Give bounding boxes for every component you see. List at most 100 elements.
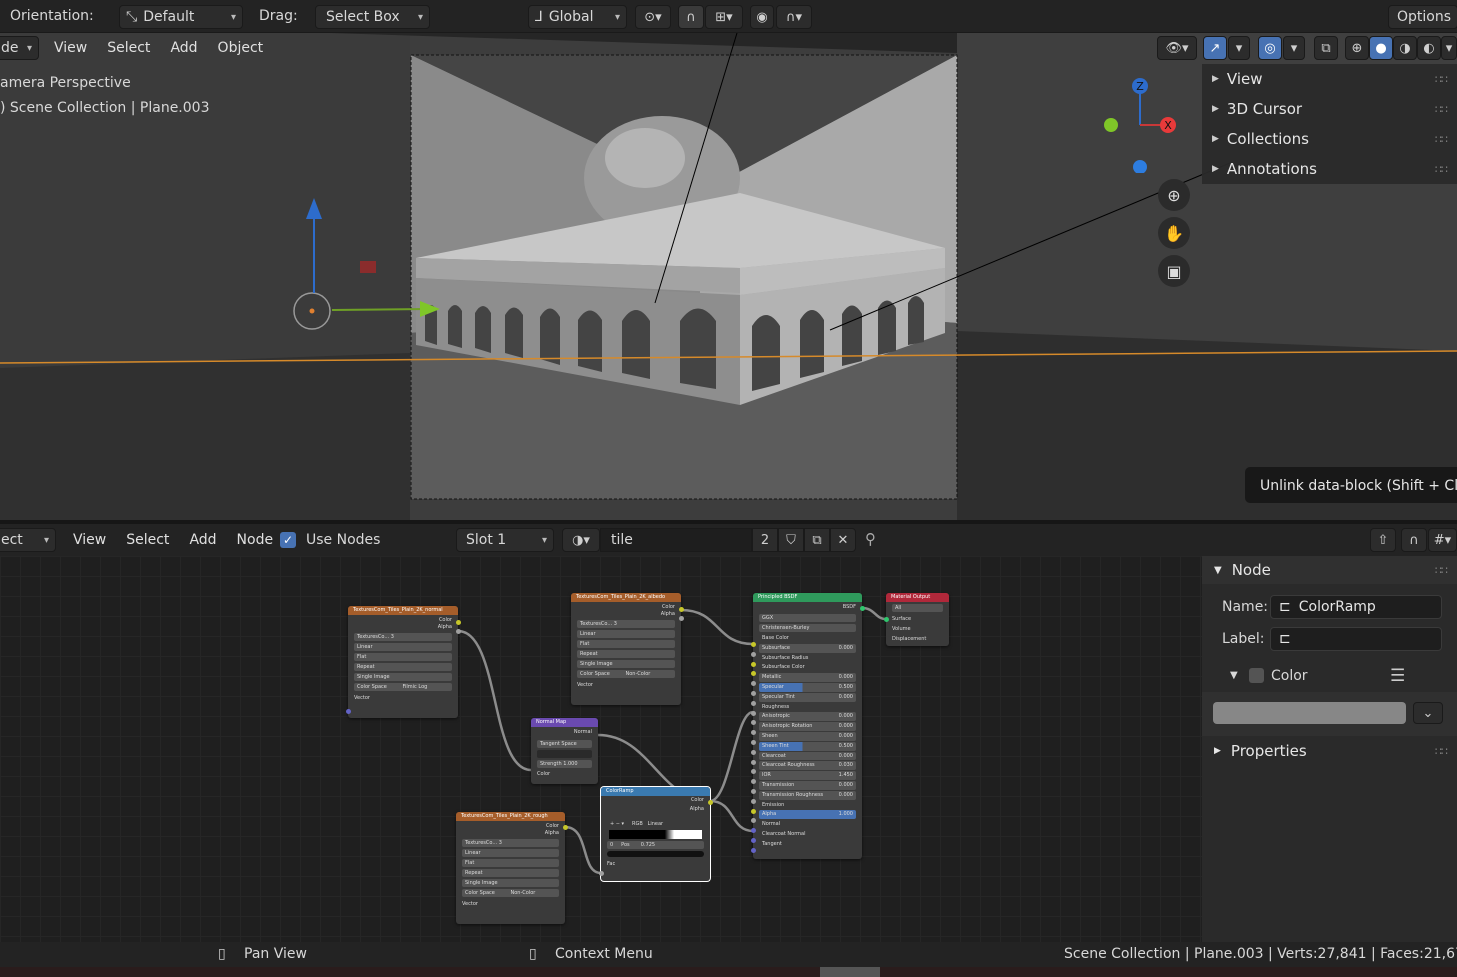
bsdf-input-row[interactable]: Subsurface Color bbox=[759, 663, 856, 672]
grip-icon[interactable]: ∷∷ bbox=[1435, 564, 1448, 577]
bsdf-input-row[interactable]: Transmission Roughness 0.000 bbox=[759, 790, 856, 800]
socket-bsdf[interactable] bbox=[860, 606, 865, 611]
use-nodes-checkbox[interactable]: ✓ bbox=[280, 532, 296, 548]
grip-icon[interactable]: ∷∷ bbox=[1435, 73, 1448, 86]
node-snap-toggle[interactable]: ∩ bbox=[1401, 528, 1427, 552]
bsdf-input-socket[interactable] bbox=[751, 710, 756, 716]
bsdf-input-row[interactable]: IOR 1.450 bbox=[759, 771, 856, 780]
node-ramp-stop-row[interactable]: 0 Pos 0.725 bbox=[607, 841, 704, 849]
socket-color[interactable] bbox=[708, 800, 713, 805]
bsdf-input-row[interactable]: Subsurface Radius bbox=[759, 654, 856, 663]
node-color-space[interactable]: Color Space Non-Color bbox=[462, 889, 559, 897]
slot-dropdown[interactable]: Slot 1 ▾ bbox=[456, 528, 554, 552]
node-ramp-color-swatch[interactable] bbox=[607, 851, 704, 857]
visibility-button[interactable]: 👁▾ bbox=[1157, 36, 1197, 60]
bsdf-input-socket[interactable] bbox=[751, 651, 756, 657]
color-dropdown[interactable]: ⌄ bbox=[1413, 702, 1443, 724]
node-space-dropdown[interactable]: Tangent Space bbox=[537, 740, 592, 748]
pivot-point-button[interactable]: ⊙▾ bbox=[635, 5, 671, 29]
unlink-button[interactable]: ✕ bbox=[830, 528, 856, 552]
bsdf-input-row[interactable]: Clearcoat 0.000 bbox=[759, 751, 856, 761]
socket-alpha[interactable] bbox=[456, 629, 461, 634]
node-uv-map[interactable] bbox=[537, 750, 592, 758]
options-dropdown[interactable]: Options bbox=[1388, 5, 1457, 29]
node-image-selector[interactable]: TexturesCo... 3 bbox=[577, 620, 675, 628]
node-interpolation[interactable]: Linear bbox=[354, 643, 452, 651]
node-interpolation[interactable]: Linear bbox=[577, 630, 675, 638]
node-ramp-toolbar[interactable]: + − ▾ RGB Linear bbox=[607, 820, 704, 828]
user-count-button[interactable]: 2 bbox=[752, 528, 778, 552]
bsdf-input-row[interactable]: Alpha 1.000 bbox=[759, 810, 856, 820]
grip-icon[interactable]: ∷∷ bbox=[1435, 133, 1448, 146]
node-menu-node[interactable]: Node bbox=[227, 528, 284, 552]
socket-surface[interactable] bbox=[884, 617, 889, 622]
proportional-edit-toggle[interactable]: ◉ bbox=[750, 5, 774, 29]
node-color-ramp[interactable]: ColorRamp Color Alpha + − ▾ RGB Linear 0… bbox=[601, 787, 710, 881]
bsdf-input-row[interactable]: Anisotropic Rotation 0.000 bbox=[759, 722, 856, 731]
grip-icon[interactable]: ∷∷ bbox=[1435, 163, 1448, 176]
bsdf-input-socket[interactable] bbox=[751, 838, 756, 843]
bsdf-input-socket[interactable] bbox=[751, 691, 756, 696]
taskbar-item[interactable] bbox=[820, 967, 880, 977]
bsdf-input-socket[interactable] bbox=[751, 798, 756, 804]
node-source[interactable]: Single Image bbox=[577, 660, 675, 668]
snap-toggle[interactable]: ∩ bbox=[678, 5, 704, 29]
socket-color[interactable] bbox=[679, 607, 684, 612]
bsdf-input-row[interactable]: Metallic 0.000 bbox=[759, 673, 856, 682]
color-swatch[interactable] bbox=[1213, 702, 1406, 724]
solid-shading-button[interactable]: ● bbox=[1369, 36, 1393, 60]
preset-list-icon[interactable]: ☰ bbox=[1390, 666, 1405, 686]
rendered-shading-button[interactable]: ◐ bbox=[1417, 36, 1441, 60]
bsdf-input-row[interactable]: Anisotropic 0.000 bbox=[759, 712, 856, 722]
bsdf-input-socket[interactable] bbox=[751, 642, 756, 647]
shading-dropdown[interactable]: ▾ bbox=[1441, 36, 1457, 60]
node-ramp-gradient[interactable] bbox=[609, 830, 702, 839]
material-browse-button[interactable]: ◑▾ bbox=[562, 528, 600, 552]
node-image-texture-roughness[interactable]: TexturesCom_Tiles_Plain_2K_rough Color A… bbox=[456, 812, 565, 924]
node-panel-header[interactable]: ▼ Node ∷∷ bbox=[1202, 556, 1457, 584]
viewport-mode-dropdown[interactable]: de ▾ bbox=[0, 36, 39, 60]
overlay-toggle[interactable]: ◎ bbox=[1258, 36, 1282, 60]
duplicate-material-button[interactable]: ⧉ bbox=[804, 528, 830, 552]
node-interpolation[interactable]: Linear bbox=[462, 849, 559, 857]
xray-toggle[interactable]: ⧉ bbox=[1314, 36, 1338, 60]
bsdf-input-row[interactable]: Base Color bbox=[759, 634, 856, 643]
node-distribution[interactable]: GGX bbox=[759, 614, 856, 622]
bsdf-input-row[interactable]: Normal bbox=[759, 820, 856, 829]
viewport-menu-object[interactable]: Object bbox=[208, 36, 274, 60]
node-color-space[interactable]: Color Space Non-Color bbox=[577, 670, 675, 678]
node-projection[interactable]: Flat bbox=[354, 653, 452, 661]
bsdf-input-row[interactable]: Subsurface 0.000 bbox=[759, 643, 856, 653]
material-shading-button[interactable]: ◑ bbox=[1393, 36, 1417, 60]
bsdf-input-row[interactable]: Specular 0.500 bbox=[759, 682, 856, 692]
pan-button[interactable]: ✋ bbox=[1158, 217, 1190, 249]
node-extension[interactable]: Repeat bbox=[577, 650, 675, 658]
npanel-3d-cursor[interactable]: ▶ 3D Cursor ∷∷ bbox=[1202, 94, 1457, 124]
node-subsurface-method[interactable]: Christensen-Burley bbox=[759, 624, 856, 632]
node-projection[interactable]: Flat bbox=[462, 859, 559, 867]
overlay-dropdown[interactable]: ▾ bbox=[1283, 36, 1305, 60]
bsdf-input-socket[interactable] bbox=[751, 661, 756, 667]
node-projection[interactable]: Flat bbox=[577, 640, 675, 648]
bsdf-input-row[interactable]: Emission bbox=[759, 801, 856, 810]
node-canvas[interactable]: TexturesCom_Tiles_Plain_2K_normal Color … bbox=[0, 556, 1202, 942]
node-menu-select[interactable]: Select bbox=[116, 528, 179, 552]
node-label-field[interactable]: ⊏ bbox=[1270, 627, 1442, 651]
npanel-collections[interactable]: ▶ Collections ∷∷ bbox=[1202, 124, 1457, 154]
npanel-annotations[interactable]: ▶ Annotations ∷∷ bbox=[1202, 154, 1457, 184]
drag-dropdown[interactable]: Select Box ▾ bbox=[315, 5, 430, 29]
grip-icon[interactable]: ∷∷ bbox=[1435, 103, 1448, 116]
viewport-menu-view[interactable]: View bbox=[44, 36, 97, 60]
node-extension[interactable]: Repeat bbox=[354, 663, 452, 671]
wireframe-shading-button[interactable]: ⊕ bbox=[1345, 36, 1369, 60]
node-source[interactable]: Single Image bbox=[462, 879, 559, 887]
bsdf-input-socket[interactable] bbox=[751, 847, 756, 853]
node-extension[interactable]: Repeat bbox=[462, 869, 559, 877]
node-menu-view[interactable]: View bbox=[63, 528, 116, 552]
node-name-field[interactable]: ⊏ ColorRamp bbox=[1270, 595, 1442, 619]
bsdf-input-row[interactable]: Tangent bbox=[759, 840, 856, 849]
color-checkbox[interactable] bbox=[1249, 668, 1264, 683]
socket-fac[interactable] bbox=[599, 871, 604, 876]
bsdf-input-socket[interactable] bbox=[751, 700, 756, 706]
falloff-button[interactable]: ∩▾ bbox=[776, 5, 812, 29]
